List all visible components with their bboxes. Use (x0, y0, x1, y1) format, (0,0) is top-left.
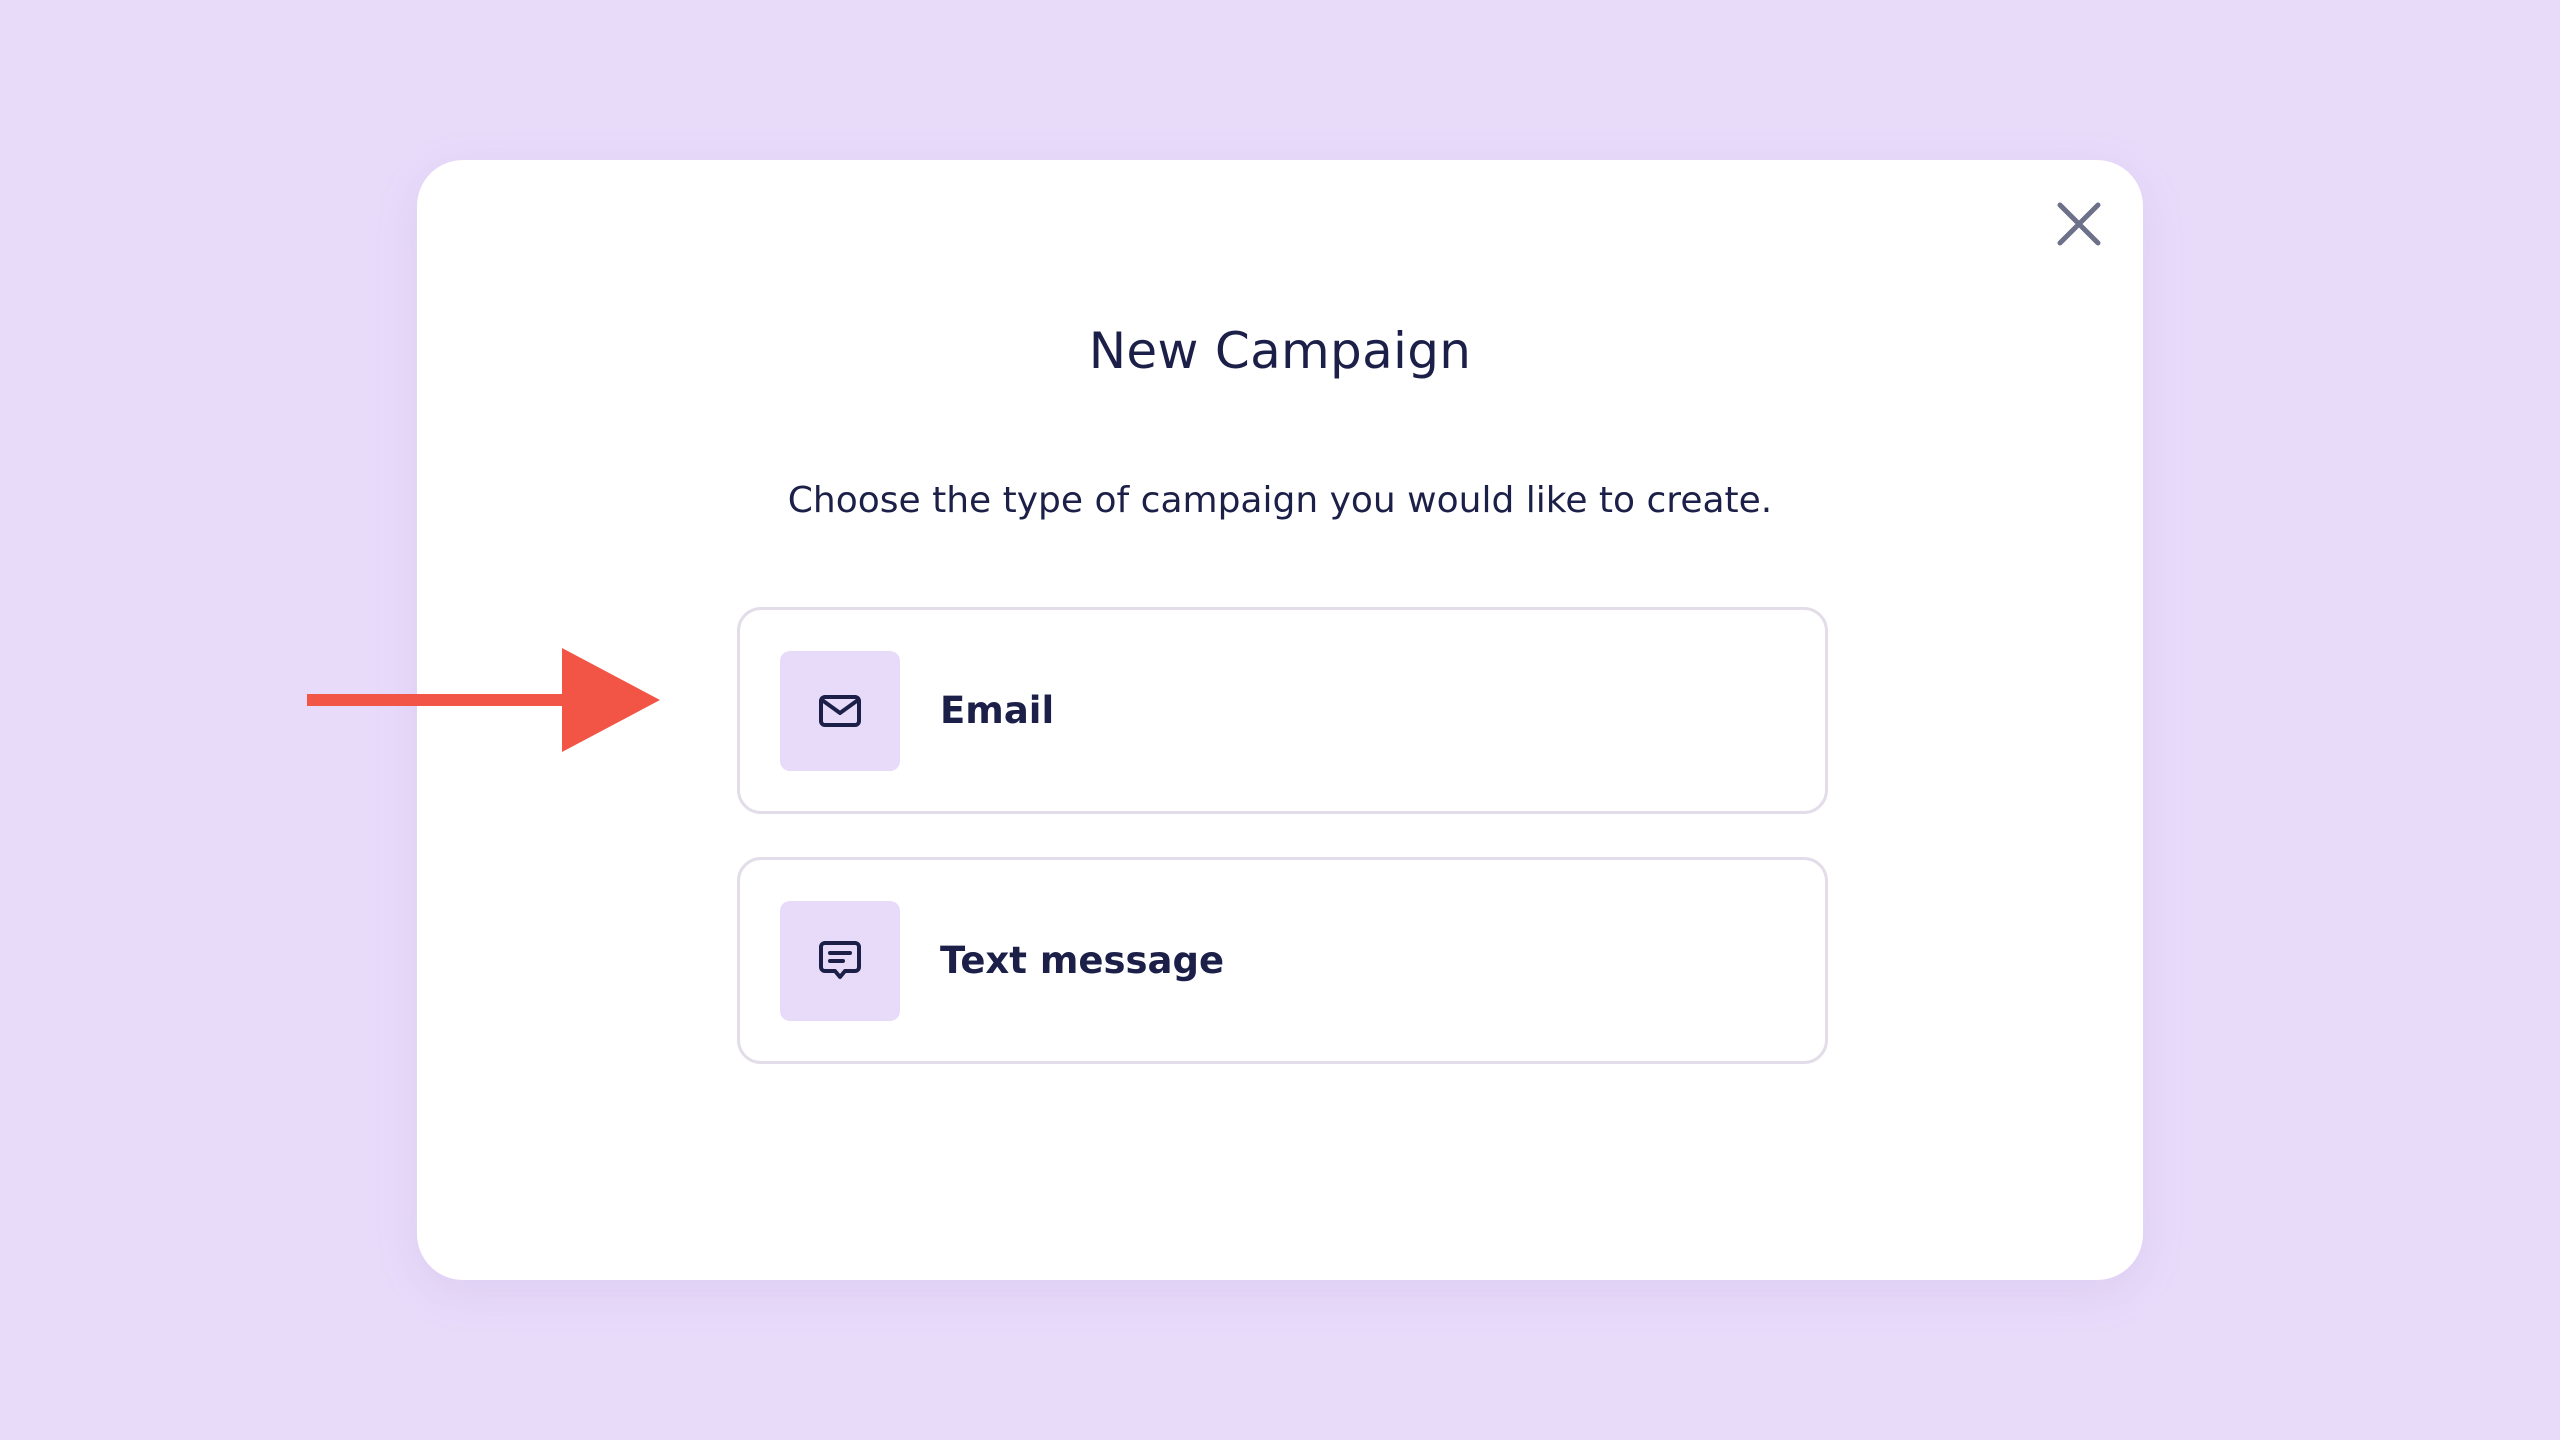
email-icon-tile (780, 650, 900, 771)
chat-message-icon (819, 940, 861, 979)
envelope-icon (819, 694, 861, 727)
modal-title: New Campaign (1088, 322, 1472, 380)
modal-subtitle: Choose the type of campaign you would li… (787, 480, 1773, 521)
arrow-right-icon (307, 648, 660, 752)
close-icon (2057, 202, 2101, 246)
page-background: New Campaign Choose the type of campaign… (0, 0, 2560, 1440)
text-message-option-label: Text message (940, 939, 1225, 982)
email-option[interactable]: Email (737, 607, 1828, 814)
text-message-icon-tile (780, 900, 900, 1021)
text-message-option[interactable]: Text message (737, 857, 1828, 1064)
email-option-label: Email (940, 689, 1055, 732)
close-button[interactable] (2049, 194, 2109, 254)
